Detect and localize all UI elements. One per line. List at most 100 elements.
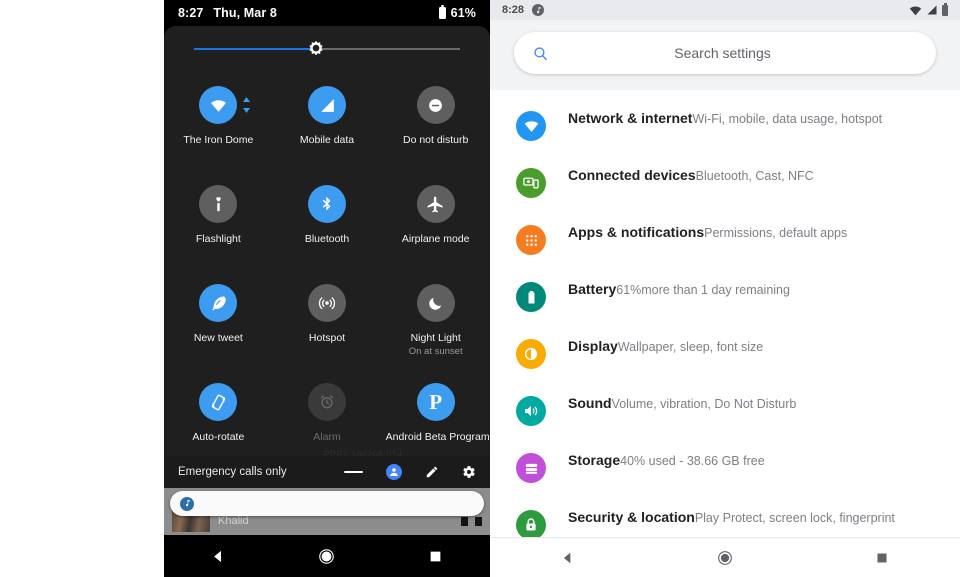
nav-recents-button[interactable] xyxy=(847,552,917,564)
settings-item-text: Network & internetWi-Fi, mobile, data us… xyxy=(568,109,882,128)
settings-item-icon xyxy=(516,396,546,426)
tile-label: Bluetooth xyxy=(304,233,350,245)
settings-item-text: Security & locationPlay Protect, screen … xyxy=(568,508,895,527)
footer-icon-group xyxy=(344,464,476,480)
tile-icon-circle xyxy=(308,86,346,124)
settings-item-text: Storage40% used - 38.66 GB free xyxy=(568,451,765,470)
qs-tile-airplane-mode[interactable]: Airplane mode xyxy=(381,177,490,276)
nav-recents-button[interactable] xyxy=(406,550,466,563)
settings-item-icon xyxy=(516,225,546,255)
search-input[interactable]: Search settings xyxy=(549,45,918,61)
settings-item-display[interactable]: DisplayWallpaper, sleep, font size xyxy=(490,328,960,385)
settings-item-apps-notifications[interactable]: Apps & notificationsPermissions, default… xyxy=(490,214,960,271)
carrier-status-label: Emergency calls only xyxy=(178,466,287,478)
settings-item-sound[interactable]: SoundVolume, vibration, Do Not Disturb xyxy=(490,385,960,442)
settings-item-connected-devices[interactable]: Connected devicesBluetooth, Cast, NFC xyxy=(490,157,960,214)
nav-home-button[interactable] xyxy=(690,550,760,566)
navigation-bar-dark xyxy=(164,536,490,577)
search-icon xyxy=(534,46,547,60)
settings-item-icon xyxy=(516,453,546,483)
settings-item-icon xyxy=(516,339,546,369)
tile-row: Flashlight Bluetooth Airplane mode xyxy=(164,177,490,276)
tile-label: Alarm xyxy=(313,431,341,443)
notification-card[interactable] xyxy=(170,491,484,516)
settings-item-title: Sound xyxy=(568,395,612,411)
music-note-icon xyxy=(180,496,194,511)
wifi-icon xyxy=(909,5,922,15)
rotate-icon xyxy=(211,394,225,410)
user-avatar-icon[interactable] xyxy=(386,464,402,480)
settings-status-time: 8:28 xyxy=(502,4,525,16)
tile-icon-circle xyxy=(199,284,238,322)
recents-square-icon xyxy=(877,553,887,562)
qs-tile-the-iron-dome[interactable]: The Iron Dome xyxy=(164,78,273,177)
settings-item-icon xyxy=(516,111,546,141)
settings-item-subtitle: 40% used - 38.66 GB free xyxy=(620,454,765,468)
collapse-icon[interactable] xyxy=(344,470,363,474)
qs-tile-hotspot[interactable]: Hotspot xyxy=(273,276,382,375)
settings-item-title: Battery xyxy=(568,281,617,297)
tile-label: Airplane mode xyxy=(401,233,470,245)
settings-item-storage[interactable]: Storage40% used - 38.66 GB free xyxy=(490,442,960,499)
settings-item-title: Connected devices xyxy=(568,167,696,183)
qs-tile-new-tweet[interactable]: New tweet xyxy=(164,276,273,375)
brightness-thumb[interactable] xyxy=(305,38,327,60)
media-control-button[interactable] xyxy=(461,516,468,526)
quick-settings-phone: 8:27 Thu, Mar 8 61% The Iron Dome Mobile… xyxy=(164,0,490,577)
battery-icon xyxy=(942,2,948,16)
recents-square-icon xyxy=(430,551,441,562)
tile-label: Hotspot xyxy=(308,332,346,344)
settings-item-text: Connected devicesBluetooth, Cast, NFC xyxy=(568,166,814,185)
qs-tile-do-not-disturb[interactable]: Do not disturb xyxy=(381,78,490,177)
media-controls[interactable] xyxy=(461,516,482,526)
brightness-icon xyxy=(524,347,538,361)
flashlight-icon xyxy=(216,196,221,211)
settings-item-subtitle: Wi-Fi, mobile, data usage, hotspot xyxy=(692,112,883,126)
wifi-detail-caret-icon[interactable] xyxy=(243,97,251,113)
nav-back-button[interactable] xyxy=(188,549,248,564)
tile-label: Mobile data xyxy=(299,134,355,146)
edit-pencil-icon[interactable] xyxy=(425,465,439,479)
battery-percent-label: 61% xyxy=(450,6,476,20)
settings-item-title: Security & location xyxy=(568,509,695,525)
apps-grid-icon xyxy=(525,234,537,246)
feather-icon xyxy=(211,295,226,310)
media-control-button[interactable] xyxy=(475,516,482,526)
tile-label: The Iron Dome xyxy=(183,134,254,146)
settings-item-text: SoundVolume, vibration, Do Not Disturb xyxy=(568,394,796,413)
qs-tile-night-light[interactable]: Night Light On at sunset xyxy=(381,276,490,375)
search-bar[interactable]: Search settings xyxy=(514,32,936,74)
lock-icon xyxy=(526,518,536,531)
alarm-icon xyxy=(320,395,334,409)
nav-home-button[interactable] xyxy=(297,548,357,565)
settings-item-title: Apps & notifications xyxy=(568,224,705,240)
search-section: Search settings xyxy=(490,20,960,90)
nav-back-button[interactable] xyxy=(533,551,603,565)
back-triangle-icon xyxy=(213,550,221,563)
settings-item-text: DisplayWallpaper, sleep, font size xyxy=(568,337,763,356)
home-circle-icon xyxy=(718,550,732,565)
tile-label: Auto-rotate xyxy=(192,431,245,443)
qs-tile-mobile-data[interactable]: Mobile data xyxy=(273,78,382,177)
qs-tile-flashlight[interactable]: Flashlight xyxy=(164,177,273,276)
connected-devices-icon xyxy=(523,177,539,189)
tile-icon-circle xyxy=(308,284,346,322)
back-triangle-icon xyxy=(564,552,571,563)
mobile-data-icon xyxy=(320,98,334,112)
settings-item-network-internet[interactable]: Network & internetWi-Fi, mobile, data us… xyxy=(490,100,960,157)
moon-icon xyxy=(429,297,442,310)
settings-item-battery[interactable]: Battery61%more than 1 day remaining xyxy=(490,271,960,328)
settings-item-subtitle: Bluetooth, Cast, NFC xyxy=(695,169,814,183)
brightness-slider[interactable] xyxy=(194,26,460,72)
speaker-icon xyxy=(525,405,538,417)
tile-row: New tweet Hotspot Night Light On at sunset xyxy=(164,276,490,375)
hotspot-icon xyxy=(318,297,336,310)
quick-settings-footer: Emergency calls only xyxy=(164,456,490,488)
brightness-fill xyxy=(194,48,317,50)
settings-item-title: Display xyxy=(568,338,618,354)
screenshot-stage: 8:27 Thu, Mar 8 61% The Iron Dome Mobile… xyxy=(0,0,960,577)
settings-item-title: Network & internet xyxy=(568,110,693,126)
gear-icon[interactable] xyxy=(462,465,476,479)
qs-tile-bluetooth[interactable]: Bluetooth xyxy=(273,177,382,276)
settings-item-subtitle: Volume, vibration, Do Not Disturb xyxy=(611,397,797,411)
